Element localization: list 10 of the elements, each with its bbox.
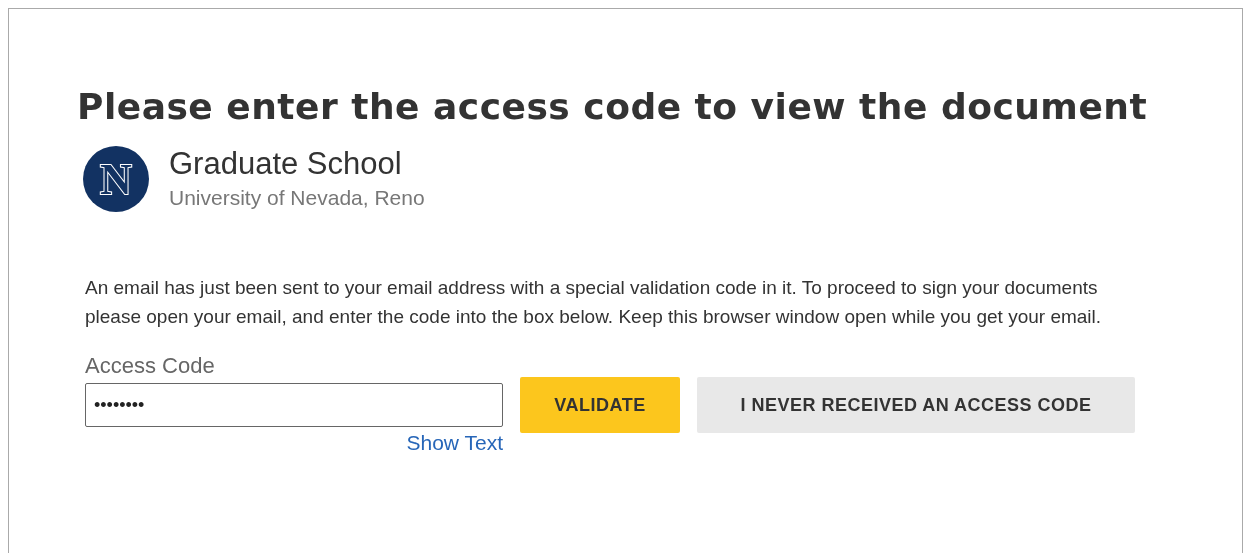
field-label: Access Code (85, 353, 215, 379)
access-code-field[interactable]: •••••••• (85, 383, 503, 427)
show-text-link[interactable]: Show Text (406, 430, 503, 456)
sender-name: Graduate School (169, 145, 402, 183)
resend-button[interactable]: I NEVER RECEIVED AN ACCESS CODE (697, 377, 1135, 433)
instruction-text: An email has just been sent to your email address with a special validation code in it. To proceed to sign your documents please open your email, and enter the code into the box below. Keep this browser window open while you get your email. (85, 276, 1103, 329)
page-heading: Please enter the access code to view the document (77, 87, 1148, 127)
sender-organization: University of Nevada, Reno (169, 185, 425, 211)
validate-button[interactable]: VALIDATE (520, 377, 680, 433)
university-logo: N (83, 146, 149, 212)
